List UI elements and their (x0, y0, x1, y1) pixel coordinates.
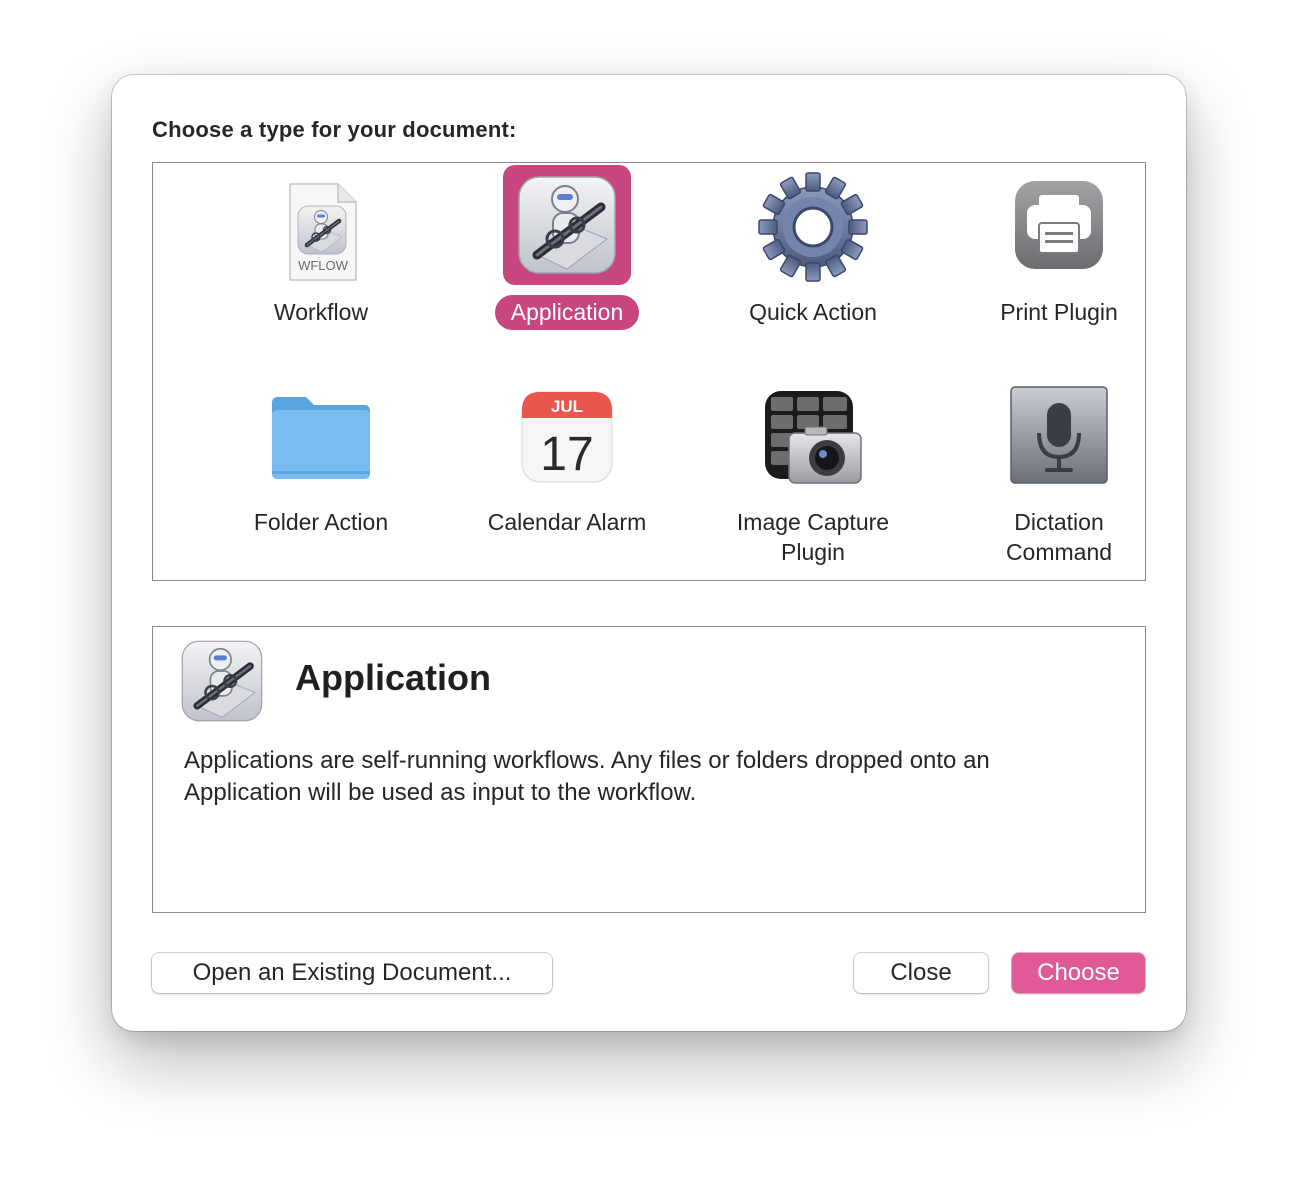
type-workflow[interactable]: WFLOW Workflow (198, 163, 444, 363)
automator-robot-icon (179, 637, 265, 725)
microphone-icon (995, 375, 1123, 495)
svg-text:JUL: JUL (551, 397, 583, 416)
type-label-line2: Plugin (781, 539, 845, 565)
workflow-file-icon: WFLOW (257, 173, 385, 293)
type-application[interactable]: Application (444, 163, 690, 363)
svg-text:17: 17 (540, 428, 593, 481)
type-label-line2: Command (1005, 539, 1113, 565)
printer-icon (995, 165, 1123, 285)
dialog-heading: Choose a type for your document: (152, 117, 517, 142)
svg-text:WFLOW: WFLOW (298, 258, 349, 273)
type-image-capture-plugin[interactable]: Image Capture Plugin (690, 373, 936, 573)
type-label: Folder Action (253, 509, 389, 535)
type-label: Calendar Alarm (487, 509, 647, 535)
new-document-dialog: Choose a type for your document: WFLOW W… (112, 75, 1186, 1031)
type-label-line1: Image Capture (736, 509, 890, 535)
type-quick-action[interactable]: Quick Action (690, 163, 936, 363)
type-print-plugin[interactable]: Print Plugin (936, 163, 1182, 363)
open-existing-document-button[interactable]: Open an Existing Document... (152, 953, 552, 993)
document-type-grid: WFLOW Workflow Application Quick Action … (152, 162, 1146, 581)
type-calendar-alarm[interactable]: JUL 17 Calendar Alarm (444, 373, 690, 573)
close-button[interactable]: Close (854, 953, 988, 993)
description-title: Application (295, 657, 491, 698)
type-label-line1: Dictation (1014, 509, 1104, 535)
type-label: Workflow (273, 299, 369, 325)
gear-icon (749, 167, 877, 287)
type-dictation-command[interactable]: Dictation Command (936, 373, 1182, 573)
type-label: Quick Action (749, 299, 877, 325)
choose-button[interactable]: Choose (1012, 953, 1145, 993)
calendar-icon: JUL 17 (503, 377, 631, 497)
type-label: Print Plugin (1000, 299, 1118, 325)
description-panel: Application Applications are self-runnin… (152, 626, 1146, 913)
folder-icon (257, 379, 385, 499)
description-text: Applications are self-running workflows.… (184, 747, 990, 806)
automator-robot-icon (503, 165, 631, 285)
type-folder-action[interactable]: Folder Action (198, 373, 444, 573)
image-capture-icon (749, 377, 877, 497)
type-label-selected: Application (494, 295, 640, 330)
